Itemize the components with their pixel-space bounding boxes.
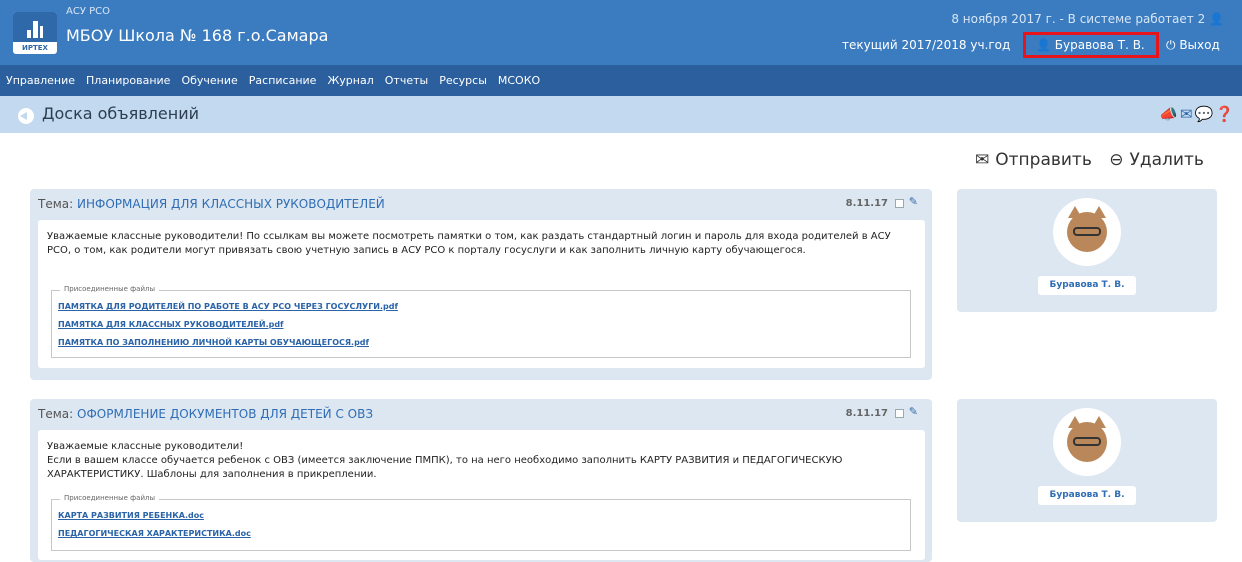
minus-circle-icon: ⊖ bbox=[1109, 150, 1124, 170]
envelope-icon: ✉ bbox=[975, 150, 990, 170]
file-link[interactable]: ПАМЯТКА ДЛЯ КЛАССНЫХ РУКОВОДИТЕЛЕЙ.pdf bbox=[58, 320, 284, 329]
app-name: АСУ РСО bbox=[66, 6, 110, 17]
megaphone-icon[interactable]: 📣 bbox=[1159, 104, 1178, 124]
user-icon: 👤 bbox=[1209, 12, 1224, 26]
attached-files-label: Присоединенные файлы bbox=[60, 285, 160, 293]
nav-item-schedule[interactable]: Расписание bbox=[249, 74, 317, 87]
nav-item-reports[interactable]: Отчеты bbox=[385, 74, 428, 87]
chat-icon[interactable]: 💬 bbox=[1195, 104, 1214, 124]
pencil-icon[interactable]: ✎ bbox=[909, 405, 918, 418]
announcement-card: Тема: ИНФОРМАЦИЯ ДЛЯ КЛАССНЫХ РУКОВОДИТЕ… bbox=[30, 189, 932, 380]
send-button[interactable]: ✉ Отправить bbox=[975, 150, 1098, 170]
topic-title[interactable]: ОФОРМЛЕНИЕ ДОКУМЕНТОВ ДЛЯ ДЕТЕЙ С ОВЗ bbox=[77, 407, 373, 421]
file-link[interactable]: ПАМЯТКА ДЛЯ РОДИТЕЛЕЙ ПО РАБОТЕ В АСУ РС… bbox=[58, 302, 398, 311]
avatar bbox=[1053, 198, 1121, 266]
author-name[interactable]: Буравова Т. В. bbox=[1038, 486, 1136, 505]
user-icon: 👤 bbox=[1036, 38, 1051, 52]
logo-caption: ИРТЕХ bbox=[22, 44, 48, 52]
page-title: Доска объявлений bbox=[42, 104, 199, 123]
announcement-body: Уважаемые классные руководители! По ссыл… bbox=[38, 220, 925, 368]
pencil-icon[interactable]: ✎ bbox=[909, 195, 918, 208]
date-status: 8 ноября 2017 г. - В системе работает 2 … bbox=[951, 12, 1224, 26]
author-name[interactable]: Буравова Т. В. bbox=[1038, 276, 1136, 295]
attached-files: Присоединенные файлы ПАМЯТКА ДЛЯ РОДИТЕЛ… bbox=[51, 285, 911, 358]
power-icon: ⏻ bbox=[1166, 38, 1176, 52]
announcement-text: Уважаемые классные руководители! По ссыл… bbox=[47, 231, 891, 256]
help-icon[interactable]: ❓ bbox=[1215, 104, 1234, 124]
announcement-text: Уважаемые классные руководители! Если в … bbox=[47, 441, 843, 480]
nav-item-management[interactable]: Управление bbox=[6, 74, 75, 87]
user-profile-button[interactable]: 👤 Буравова Т. В. bbox=[1036, 38, 1145, 52]
envelope-icon[interactable]: ✉ bbox=[1180, 104, 1193, 124]
nav-item-journal[interactable]: Журнал bbox=[327, 74, 373, 87]
announcement-date: 8.11.17 bbox=[845, 408, 888, 419]
announcement-body: Уважаемые классные руководители! Если в … bbox=[38, 430, 925, 560]
announcement-date: 8.11.17 bbox=[845, 198, 888, 209]
nav-item-education[interactable]: Обучение bbox=[181, 74, 237, 87]
avatar bbox=[1053, 408, 1121, 476]
nav-item-msoko[interactable]: МСОКО bbox=[498, 74, 540, 87]
author-panel: Буравова Т. В. bbox=[957, 189, 1217, 312]
announcement-topic: Тема: ОФОРМЛЕНИЕ ДОКУМЕНТОВ ДЛЯ ДЕТЕЙ С … bbox=[38, 407, 374, 421]
back-arrow-icon[interactable] bbox=[18, 108, 34, 124]
file-link[interactable]: ПАМЯТКА ПО ЗАПОЛНЕНИЮ ЛИЧНОЙ КАРТЫ ОБУЧА… bbox=[58, 338, 369, 347]
nav-item-planning[interactable]: Планирование bbox=[86, 74, 170, 87]
app-header: ИРТЕХ АСУ РСО МБОУ Школа № 168 г.о.Самар… bbox=[0, 0, 1242, 65]
author-panel: Буравова Т. В. bbox=[957, 399, 1217, 522]
announcement-topic: Тема: ИНФОРМАЦИЯ ДЛЯ КЛАССНЫХ РУКОВОДИТЕ… bbox=[38, 197, 385, 211]
nav-item-resources[interactable]: Ресурсы bbox=[439, 74, 487, 87]
announcement-checkbox[interactable] bbox=[895, 409, 904, 418]
attached-files: Присоединенные файлы КАРТА РАЗВИТИЯ РЕБЕ… bbox=[51, 494, 911, 551]
board-actions: ✉ Отправить ⊖ Удалить bbox=[975, 150, 1216, 170]
main-nav: Управление Планирование Обучение Расписа… bbox=[0, 65, 1242, 96]
file-link[interactable]: КАРТА РАЗВИТИЯ РЕБЕНКА.doc bbox=[58, 511, 204, 520]
file-link[interactable]: ПЕДАГОГИЧЕСКАЯ ХАРАКТЕРИСТИКА.doc bbox=[58, 529, 251, 538]
announcement-card: Тема: ОФОРМЛЕНИЕ ДОКУМЕНТОВ ДЛЯ ДЕТЕЙ С … bbox=[30, 399, 932, 562]
toolbar-icons: 📣 ✉ 💬 ❓ bbox=[1159, 104, 1234, 124]
school-name: МБОУ Школа № 168 г.о.Самара bbox=[66, 26, 329, 45]
topic-title[interactable]: ИНФОРМАЦИЯ ДЛЯ КЛАССНЫХ РУКОВОДИТЕЛЕЙ bbox=[77, 197, 385, 211]
logo-top bbox=[13, 12, 57, 42]
irtex-logo[interactable]: ИРТЕХ bbox=[13, 12, 57, 54]
attached-files-label: Присоединенные файлы bbox=[60, 494, 160, 502]
academic-year[interactable]: текущий 2017/2018 уч.год bbox=[842, 38, 1010, 52]
delete-button[interactable]: ⊖ Удалить bbox=[1109, 150, 1210, 170]
logout-button[interactable]: ⏻ Выход bbox=[1166, 38, 1220, 53]
announcement-checkbox[interactable] bbox=[895, 199, 904, 208]
